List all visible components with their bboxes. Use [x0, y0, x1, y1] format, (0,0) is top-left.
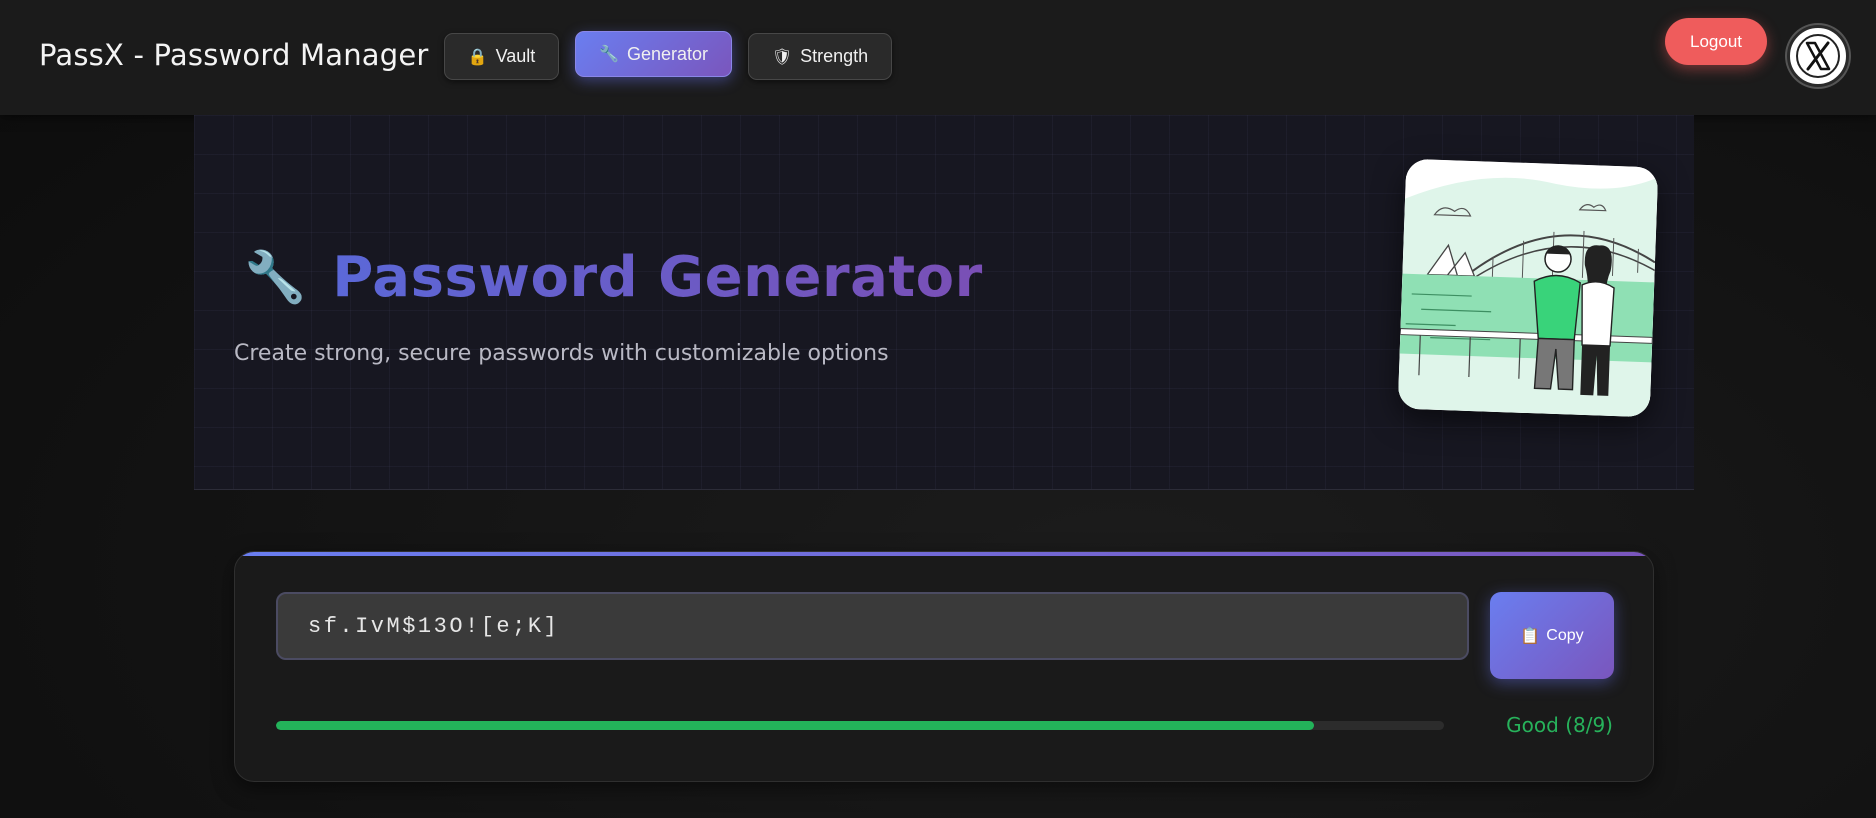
copy-button[interactable]: 📋 Copy — [1490, 592, 1614, 679]
lock-icon: 🔒 — [467, 48, 488, 66]
clipboard-icon: 📋 — [1520, 627, 1541, 645]
nav-strength-label: Strength — [800, 46, 869, 66]
nav-strength-button[interactable]: 🛡 Strength — [748, 33, 892, 80]
page-title-text: Password Generator — [332, 245, 983, 310]
page-subtitle: Create strong, secure passwords with cus… — [234, 341, 889, 366]
hero-section: 🔧 Password Generator Create strong, secu… — [194, 115, 1694, 490]
shield-icon: 🛡 — [771, 48, 793, 66]
hero-illustration — [1397, 158, 1659, 418]
app-title: PassX - Password Manager — [39, 38, 429, 72]
wrench-icon: 🔧 — [599, 46, 619, 63]
avatar[interactable] — [1787, 25, 1849, 87]
wrench-icon: 🔧 — [244, 248, 307, 306]
nav-generator-label: Generator — [626, 43, 708, 64]
generator-card: 📋 Copy Good (8/9) — [234, 551, 1654, 782]
nav-vault-label: Vault — [495, 46, 536, 66]
generated-password-field[interactable] — [276, 592, 1469, 660]
nav-vault-button[interactable]: 🔒 Vault — [444, 33, 559, 80]
x-logo-icon — [1796, 34, 1840, 78]
logout-button[interactable]: Logout — [1665, 18, 1767, 65]
page-title: 🔧 Password Generator — [244, 245, 983, 310]
strength-label: Good (8/9) — [1506, 713, 1613, 737]
top-bar: PassX - Password Manager 🔒 Vault 🔧 Gener… — [0, 0, 1876, 115]
couple-illustration-image — [1397, 158, 1659, 418]
copy-label: Copy — [1546, 626, 1584, 644]
strength-meter-fill — [276, 721, 1315, 730]
nav-generator-button[interactable]: 🔧 Generator — [575, 31, 732, 77]
strength-meter — [276, 721, 1444, 730]
